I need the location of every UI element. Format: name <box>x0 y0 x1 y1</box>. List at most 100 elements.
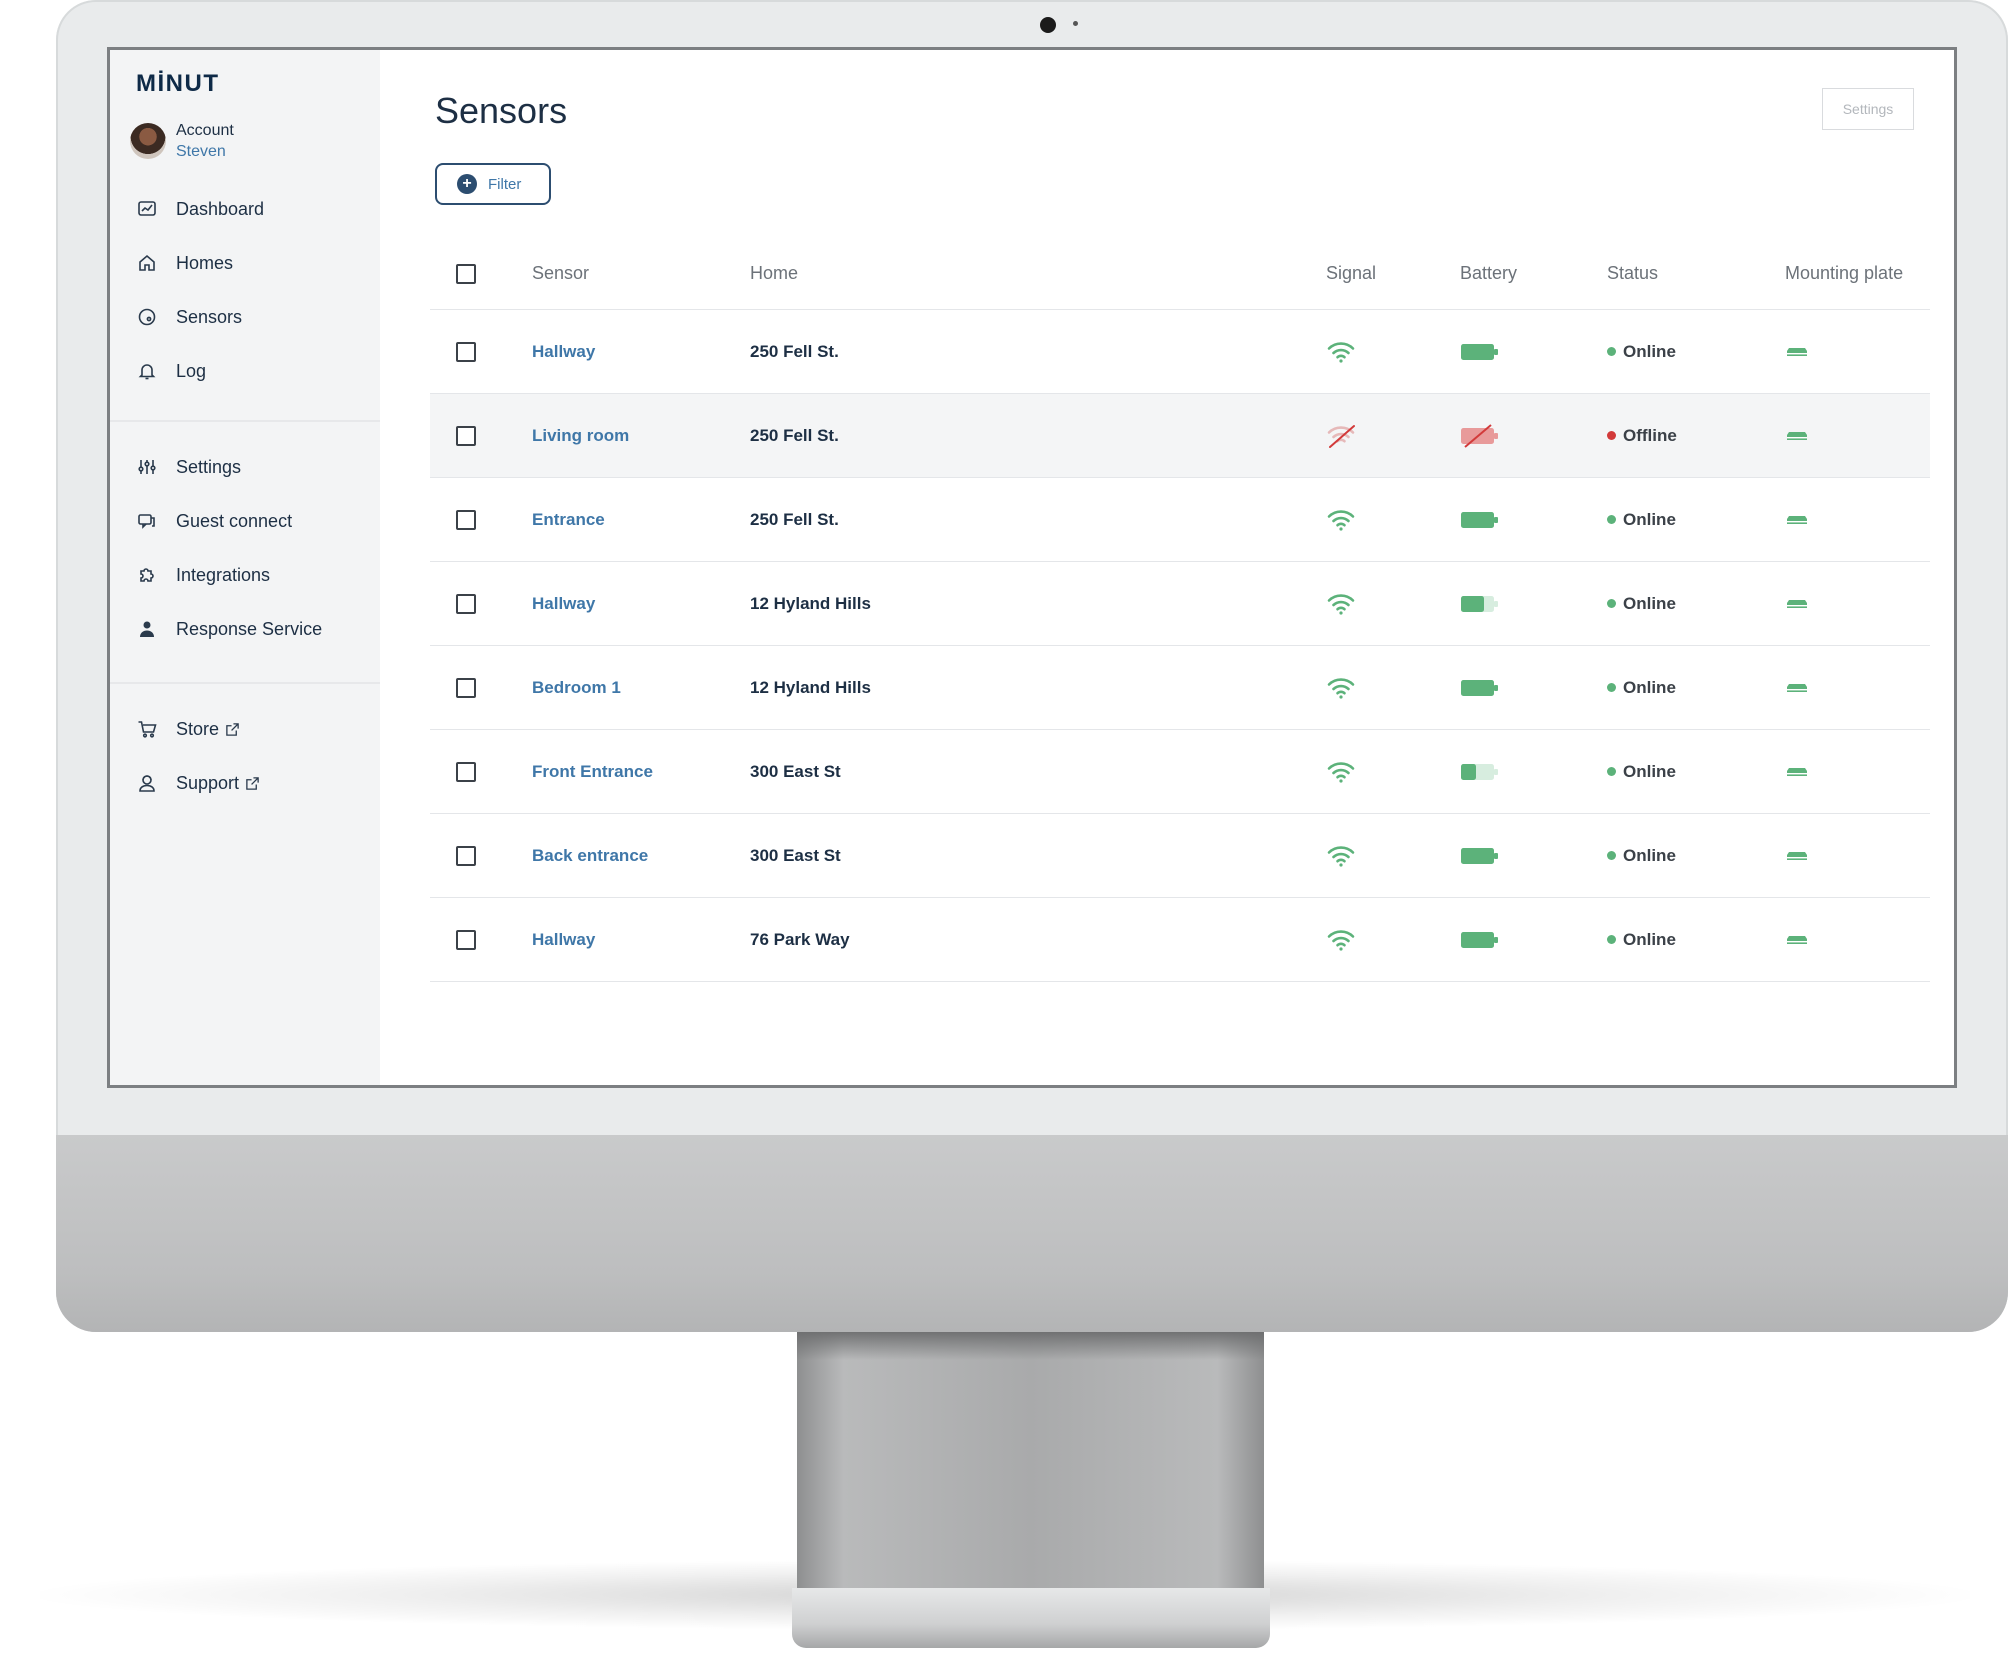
home-name: 250 Fell St. <box>750 509 839 529</box>
settings-button[interactable]: Settings <box>1822 88 1914 130</box>
column-header-signal[interactable]: Signal <box>1326 238 1376 309</box>
mounting-plate-icon <box>1785 478 1809 561</box>
row-checkbox[interactable] <box>456 341 476 362</box>
mounting-plate-icon <box>1785 310 1809 393</box>
battery-off-icon <box>1460 394 1500 477</box>
sidebar-item-settings[interactable]: Settings <box>110 440 380 494</box>
support-icon <box>136 772 158 794</box>
column-header-battery[interactable]: Battery <box>1460 238 1517 309</box>
status-badge: Online <box>1607 478 1676 561</box>
status-badge: Online <box>1607 898 1676 981</box>
bell-icon <box>136 360 158 382</box>
external-nav: Store Support <box>110 702 380 810</box>
status-dot <box>1607 683 1616 692</box>
column-header-mounting-plate[interactable]: Mounting plate <box>1785 238 1903 309</box>
status-text: Online <box>1623 761 1676 781</box>
sensor-name-link[interactable]: Back entrance <box>532 814 648 897</box>
battery-icon <box>1460 310 1500 393</box>
column-header-home[interactable]: Home <box>750 238 798 309</box>
external-link-icon <box>245 776 260 791</box>
sensor-name-link[interactable]: Hallway <box>532 310 595 393</box>
account-menu[interactable]: Account Steven <box>130 120 234 162</box>
home-name: 12 Hyland Hills <box>750 593 871 613</box>
sensor-name-link[interactable]: Entrance <box>532 478 605 561</box>
home-name: 250 Fell St. <box>750 341 839 361</box>
table-row[interactable]: Hallway 76 Park Way Online <box>430 898 1930 982</box>
status-dot <box>1607 515 1616 524</box>
wifi-signal-icon <box>1326 562 1356 645</box>
sidebar-item-integrations[interactable]: Integrations <box>110 548 380 602</box>
battery-icon <box>1460 646 1500 729</box>
wifi-signal-icon <box>1326 730 1356 813</box>
column-header-sensor[interactable]: Sensor <box>532 238 589 309</box>
home-icon <box>136 252 158 274</box>
sensor-name-link[interactable]: Hallway <box>532 898 595 981</box>
table-row[interactable]: Bedroom 1 12 Hyland Hills Online <box>430 646 1930 730</box>
cart-icon <box>136 718 158 740</box>
sensor-name-link[interactable]: Front Entrance <box>532 730 653 813</box>
mounting-plate-icon <box>1785 730 1809 813</box>
filter-button[interactable]: + Filter <box>435 163 551 205</box>
filter-label: Filter <box>488 175 522 193</box>
sidebar-item-label: Sensors <box>176 306 243 327</box>
row-checkbox[interactable] <box>456 761 476 782</box>
status-text: Online <box>1623 677 1676 697</box>
table-row[interactable]: Living room 250 Fell St. Offline <box>430 394 1930 478</box>
sensors-table: Sensor Home Signal Battery Status Mounti… <box>430 238 1930 982</box>
sensor-dot <box>1073 21 1078 26</box>
sidebar-item-support[interactable]: Support <box>110 756 380 810</box>
table-row[interactable]: Front Entrance 300 East St Online <box>430 730 1930 814</box>
monitor-stand <box>797 1330 1264 1592</box>
status-badge: Online <box>1607 310 1676 393</box>
sidebar-item-homes[interactable]: Homes <box>110 236 380 290</box>
row-checkbox[interactable] <box>456 509 476 530</box>
sidebar-item-label: Guest connect <box>176 510 293 531</box>
row-checkbox[interactable] <box>456 425 476 446</box>
wifi-signal-icon <box>1326 310 1356 393</box>
screen: MİNUT Account Steven Dashboard Homes Sen… <box>107 47 1957 1088</box>
row-checkbox[interactable] <box>456 593 476 614</box>
sensor-name-link[interactable]: Hallway <box>532 562 595 645</box>
chat-icon <box>136 510 158 532</box>
status-text: Online <box>1623 593 1676 613</box>
row-checkbox-cell <box>456 898 476 981</box>
mounting-plate-icon <box>1785 394 1809 477</box>
table-row[interactable]: Back entrance 300 East St Online <box>430 814 1930 898</box>
sidebar-item-store[interactable]: Store <box>110 702 380 756</box>
sidebar-item-sensors[interactable]: Sensors <box>110 290 380 344</box>
sensor-name-link[interactable]: Bedroom 1 <box>532 646 621 729</box>
sensor-icon <box>136 306 158 328</box>
account-user[interactable]: Steven <box>176 141 234 162</box>
table-row[interactable]: Hallway 12 Hyland Hills Online <box>430 562 1930 646</box>
column-header-status[interactable]: Status <box>1607 238 1658 309</box>
row-checkbox[interactable] <box>456 929 476 950</box>
wifi-off-icon <box>1326 394 1356 477</box>
table-row[interactable]: Hallway 250 Fell St. Online <box>430 310 1930 394</box>
sensor-name-link[interactable]: Living room <box>532 394 629 477</box>
sidebar-item-response-service[interactable]: Response Service <box>110 602 380 656</box>
plus-icon: + <box>457 174 477 194</box>
row-checkbox-cell <box>456 394 476 477</box>
status-text: Offline <box>1623 425 1677 445</box>
sidebar: MİNUT Account Steven Dashboard Homes Sen… <box>110 50 380 1085</box>
minut-logo[interactable]: MİNUT <box>136 70 219 98</box>
sidebar-item-label: Settings <box>176 456 242 477</box>
primary-nav: Dashboard Homes Sensors Log <box>110 182 380 398</box>
row-checkbox[interactable] <box>456 845 476 866</box>
sidebar-item-guest-connect[interactable]: Guest connect <box>110 494 380 548</box>
select-all-checkbox[interactable] <box>456 263 476 284</box>
wifi-signal-icon <box>1326 814 1356 897</box>
sidebar-item-log[interactable]: Log <box>110 344 380 398</box>
guard-icon <box>136 618 158 640</box>
sidebar-divider <box>110 420 380 422</box>
battery-icon <box>1460 478 1500 561</box>
home-name: 250 Fell St. <box>750 425 839 445</box>
sidebar-item-label: Dashboard <box>176 198 265 219</box>
sliders-icon <box>136 456 158 478</box>
table-row[interactable]: Entrance 250 Fell St. Online <box>430 478 1930 562</box>
avatar[interactable] <box>130 123 166 159</box>
sidebar-item-dashboard[interactable]: Dashboard <box>110 182 380 236</box>
row-checkbox[interactable] <box>456 677 476 698</box>
status-text: Online <box>1623 341 1676 361</box>
battery-icon <box>1460 562 1500 645</box>
